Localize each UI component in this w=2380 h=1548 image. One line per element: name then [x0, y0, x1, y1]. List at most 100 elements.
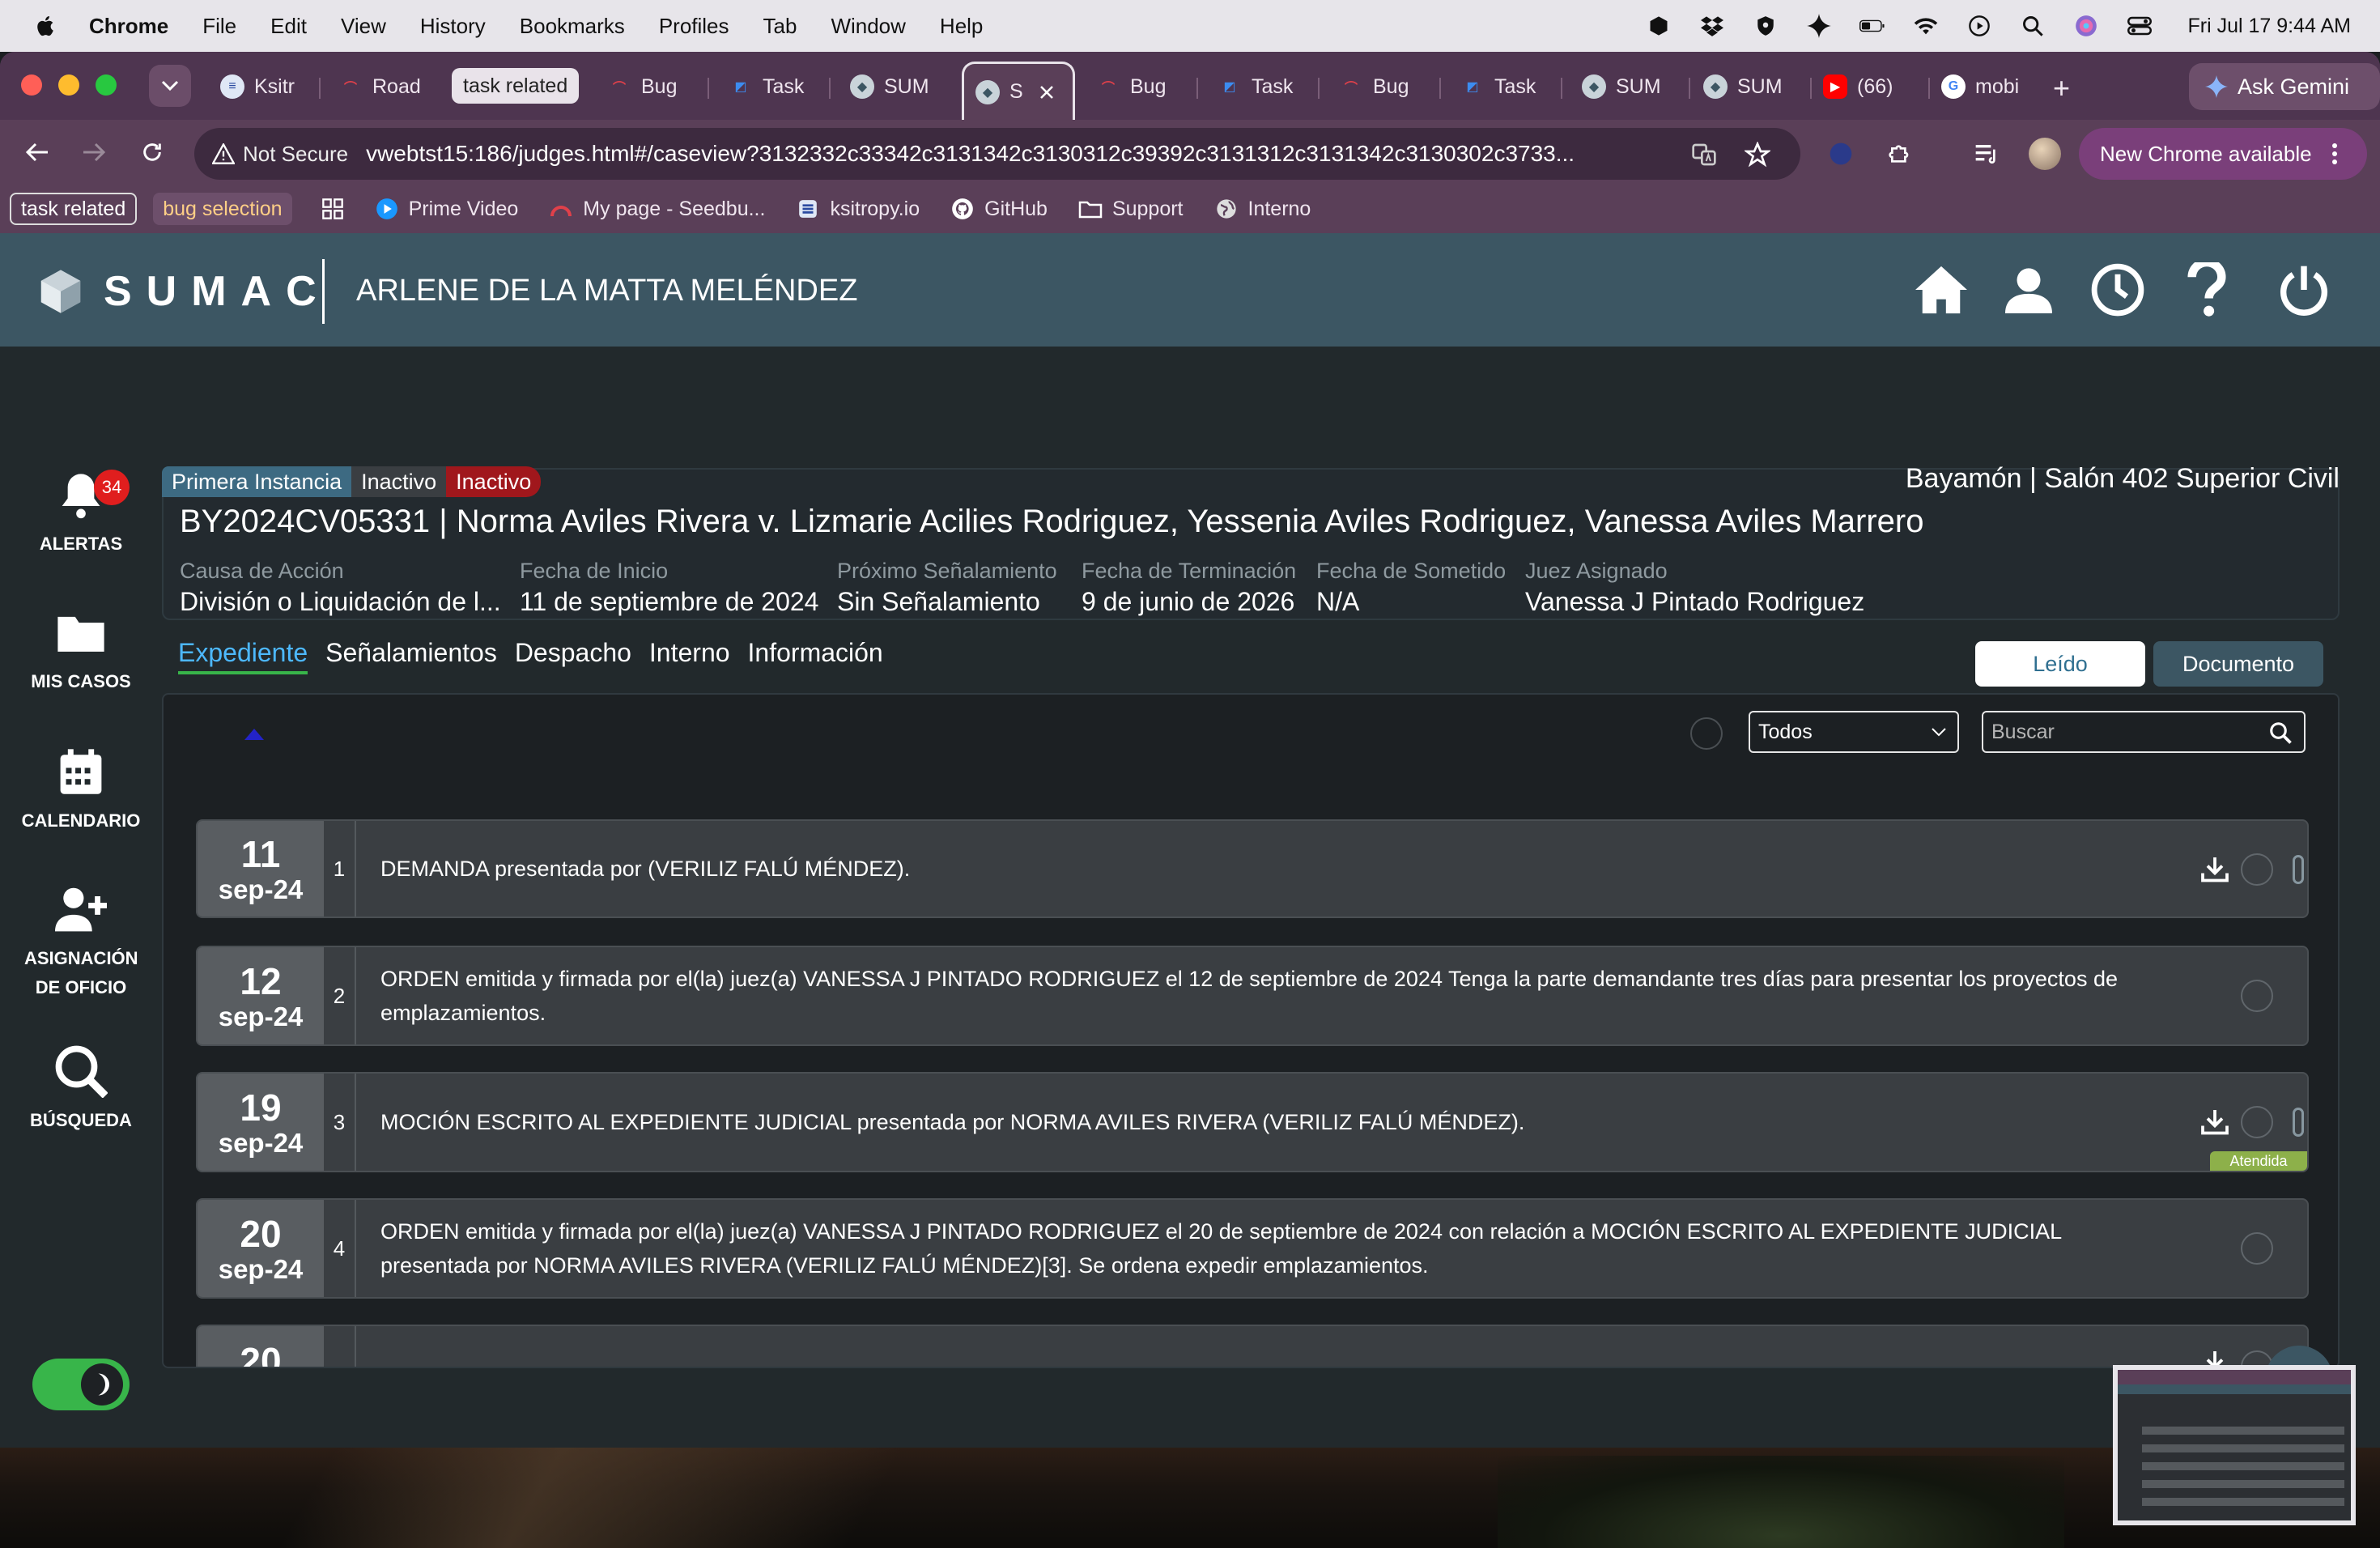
- tab-bug[interactable]: ⌒ Bug: [1085, 63, 1190, 110]
- tab-despacho[interactable]: Despacho: [515, 638, 631, 674]
- tab-task[interactable]: ◩ Task: [1449, 63, 1554, 110]
- dark-mode-toggle[interactable]: [32, 1359, 130, 1410]
- sumac-logo[interactable]: SUMAC: [37, 267, 331, 316]
- entry-select-checkbox[interactable]: [2241, 1232, 2273, 1265]
- dropbox-icon[interactable]: [1699, 13, 1725, 39]
- bookmark-support[interactable]: Support: [1078, 197, 1184, 221]
- address-bar[interactable]: Not Secure vwebtst15:186/judges.html#/ca…: [194, 128, 1800, 180]
- nav-asignacion-de-oficio[interactable]: ASIGNACIÓN DE OFICIO: [0, 881, 162, 1002]
- battery-icon[interactable]: [1859, 13, 1885, 39]
- tab-youtube[interactable]: ▶ (66): [1812, 63, 1925, 110]
- zoom-window-button[interactable]: [96, 74, 117, 96]
- user-profile-icon[interactable]: [2000, 261, 2058, 319]
- filter-select[interactable]: Todos: [1749, 711, 1959, 753]
- tab-task[interactable]: ◩ Task: [1206, 63, 1311, 110]
- tab-group-task-related[interactable]: task related: [452, 68, 580, 104]
- entry-select-checkbox[interactable]: [2241, 980, 2273, 1012]
- tab-informacion[interactable]: Información: [748, 638, 883, 674]
- tab-bug[interactable]: ⌒ Bug: [1328, 63, 1433, 110]
- minimize-window-button[interactable]: [58, 74, 79, 96]
- media-play-icon[interactable]: [1966, 13, 1992, 39]
- sort-arrow-icon[interactable]: [244, 729, 264, 740]
- apps-grid-button[interactable]: [321, 198, 344, 220]
- forward-button[interactable]: [78, 136, 110, 168]
- docket-entry[interactable]: 12 sep-24 2 ORDEN emitida y firmada por e…: [196, 946, 2309, 1046]
- bookmark-prime-video[interactable]: Prime Video: [375, 197, 518, 221]
- menu-view[interactable]: View: [341, 14, 386, 39]
- wifi-icon[interactable]: [1913, 13, 1939, 39]
- tab-expediente[interactable]: Expediente: [178, 638, 308, 674]
- search-icon[interactable]: [2268, 721, 2293, 745]
- close-tab-icon[interactable]: [1039, 85, 1054, 100]
- tab-sumac[interactable]: ◆ SUM: [1570, 63, 1684, 110]
- bookmark-interno[interactable]: Interno: [1214, 197, 1311, 221]
- power-logout-icon[interactable]: [2275, 261, 2333, 319]
- tab-search-button[interactable]: [149, 65, 191, 107]
- attachment-icon[interactable]: [2293, 1108, 2304, 1137]
- menu-file[interactable]: File: [202, 14, 236, 39]
- tab-sumac-active[interactable]: ◆ S: [962, 62, 1075, 120]
- control-center-icon[interactable]: [2127, 13, 2153, 39]
- attachment-icon[interactable]: [2293, 855, 2304, 884]
- docket-entry[interactable]: 11 sep-24 1 DEMANDA presentada por (VERIL…: [196, 819, 2309, 918]
- siri-icon[interactable]: [2073, 13, 2099, 39]
- bookmark-github[interactable]: GitHub: [950, 197, 1048, 221]
- tab-ksitropy[interactable]: ≡ Ksitr: [209, 63, 314, 110]
- profile-avatar[interactable]: [2029, 138, 2061, 170]
- tab-google[interactable]: G mobi: [1930, 63, 2043, 110]
- close-window-button[interactable]: [21, 74, 42, 96]
- docket-entry[interactable]: 20 sep-24 4 ORDEN emitida y firmada por e…: [196, 1198, 2309, 1299]
- menu-window[interactable]: Window: [831, 14, 905, 39]
- tab-sumac[interactable]: ◆ SUM: [1692, 63, 1805, 110]
- docket-entry[interactable]: 20: [196, 1325, 2309, 1367]
- download-icon[interactable]: [2199, 1106, 2231, 1138]
- menu-help[interactable]: Help: [940, 14, 983, 39]
- history-clock-icon[interactable]: [2089, 261, 2147, 319]
- apple-icon[interactable]: [34, 14, 58, 38]
- tab-task[interactable]: ◩ Task: [717, 63, 822, 110]
- menu-profiles[interactable]: Profiles: [659, 14, 729, 39]
- tab-bug[interactable]: ⌒ Bug: [596, 63, 701, 110]
- bookmark-seedbucket[interactable]: My page - Seedbu...: [549, 197, 765, 221]
- help-icon[interactable]: [2178, 261, 2236, 319]
- tab-interno[interactable]: Interno: [649, 638, 730, 674]
- docket-entry[interactable]: 19 sep-24 3 MOCIÓN ESCRITO AL EXPEDIENTE …: [196, 1072, 2309, 1172]
- spotlight-search-icon[interactable]: [2020, 13, 2046, 39]
- screenshot-thumbnail-preview[interactable]: [2113, 1365, 2356, 1525]
- menu-bookmarks[interactable]: Bookmarks: [520, 14, 625, 39]
- nav-calendario[interactable]: CALENDARIO: [0, 743, 162, 836]
- menubar-clock[interactable]: Fri Jul 17 9:44 AM: [2188, 15, 2351, 38]
- tab-sumac[interactable]: ◆ SUM: [839, 63, 952, 110]
- extension-dark-icon[interactable]: [1826, 139, 1855, 168]
- reload-button[interactable]: [136, 136, 168, 168]
- menu-tab[interactable]: Tab: [763, 14, 797, 39]
- nav-busqueda[interactable]: BÚSQUEDA: [0, 1043, 162, 1135]
- ask-gemini-button[interactable]: Ask Gemini: [2189, 63, 2380, 110]
- menu-app-name[interactable]: Chrome: [89, 14, 168, 39]
- bookmark-group-bug-selection[interactable]: bug selection: [153, 193, 292, 225]
- not-secure-indicator[interactable]: Not Secure: [212, 142, 366, 167]
- shield-icon[interactable]: [1753, 13, 1779, 39]
- nav-mis-casos[interactable]: MIS CASOS: [0, 604, 162, 696]
- translate-icon[interactable]: [1690, 141, 1718, 168]
- media-controls-icon[interactable]: [1972, 139, 2001, 168]
- cube-icon[interactable]: [1646, 13, 1672, 39]
- bookmark-ksitropy[interactable]: ksitropy.io: [796, 197, 920, 221]
- entry-select-checkbox[interactable]: [2241, 1106, 2273, 1138]
- nav-alertas[interactable]: ALERTAS 34: [0, 466, 162, 559]
- documento-button[interactable]: Documento: [2153, 641, 2323, 687]
- url-text[interactable]: vwebtst15:186/judges.html#/caseview?3132…: [366, 141, 1653, 167]
- entry-select-checkbox[interactable]: [2241, 853, 2273, 886]
- new-tab-button[interactable]: +: [2053, 71, 2070, 105]
- new-chrome-available-button[interactable]: New Chrome available: [2079, 128, 2367, 180]
- select-all-checkbox[interactable]: [1690, 717, 1723, 750]
- bookmark-group-task-related[interactable]: task related: [10, 193, 138, 225]
- tab-senalamientos[interactable]: Señalamientos: [325, 638, 497, 674]
- menu-edit[interactable]: Edit: [270, 14, 307, 39]
- extensions-puzzle-icon[interactable]: [1886, 139, 1915, 168]
- leido-button[interactable]: Leído: [1975, 641, 2145, 687]
- search-input[interactable]: Buscar: [1982, 711, 2306, 753]
- menu-history[interactable]: History: [420, 14, 486, 39]
- back-button[interactable]: [21, 136, 53, 168]
- bookmark-star-icon[interactable]: [1744, 141, 1771, 168]
